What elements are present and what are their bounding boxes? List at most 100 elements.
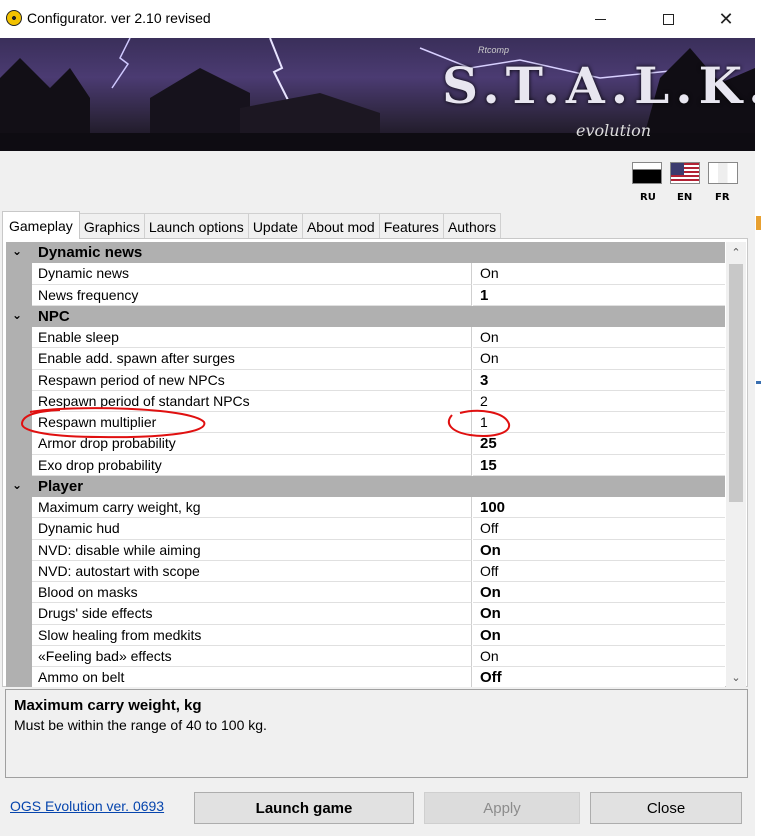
property-value[interactable]: Off [473,667,725,687]
scroll-down-icon[interactable]: ⌄ [726,667,746,687]
tab-about-mod[interactable]: About mod [301,213,380,239]
grid-row[interactable]: Ammo on belt Off [6,667,725,687]
property-name: Drugs' side effects [32,603,472,625]
scroll-up-icon[interactable]: ⌃ [726,242,746,262]
maximize-button[interactable] [645,0,691,38]
scroll-thumb[interactable] [729,264,743,502]
grid-row[interactable]: Armor drop probability 25 [6,433,725,455]
category-label: NPC [38,307,70,325]
grid-row[interactable]: Slow healing from medkits On [6,624,725,646]
evolution-logo: evolution [576,121,652,140]
property-value[interactable]: 1 [473,285,725,306]
property-name: Exo drop probability [32,454,472,476]
row-margin [6,539,32,561]
window-title: Configurator. ver 2.10 revised [27,10,211,26]
maximize-icon [662,13,674,25]
collapse-chevron-icon[interactable]: ⌄ [12,308,22,322]
property-value[interactable]: 2 [473,391,725,412]
row-margin [6,263,32,285]
grid-category[interactable]: ⌄ Player [6,475,725,497]
close-button[interactable]: Close [590,792,742,824]
category-label: Dynamic news [38,244,143,261]
row-margin [6,433,32,455]
property-name: News frequency [32,284,472,306]
row-margin [6,624,32,646]
minimize-icon [594,18,606,20]
tab-authors[interactable]: Authors [442,213,502,239]
close-window-button[interactable]: ✕ [703,0,749,38]
row-margin [6,327,32,349]
row-margin [6,518,32,540]
grid-row[interactable]: Respawn period of standart NPCs 2 [6,390,725,412]
property-value[interactable]: 25 [473,433,725,455]
property-value[interactable]: On [473,646,725,667]
property-name: Ammo on belt [32,667,472,687]
row-margin [6,582,32,604]
grid-row[interactable]: Respawn multiplier 1 [6,412,725,434]
property-name: Slow healing from medkits [32,624,472,646]
launch-game-button[interactable]: Launch game [194,792,414,824]
grid-category[interactable]: ⌄ NPC [6,305,725,327]
flag-fr-icon[interactable] [708,162,738,184]
property-value[interactable]: On [473,603,725,625]
grid-row[interactable]: NVD: disable while aiming On [6,539,725,561]
property-value[interactable]: On [473,625,725,646]
property-name: NVD: disable while aiming [32,539,472,561]
row-margin [6,369,32,391]
property-value[interactable]: On [473,582,725,604]
row-margin [6,497,32,519]
property-value[interactable]: 100 [473,497,725,519]
property-name: Maximum carry weight, kg [32,497,472,519]
property-name: «Feeling bad» effects [32,645,472,667]
row-margin [6,560,32,582]
grid-row[interactable]: Dynamic hud Off [6,518,725,540]
logo-caption: Rtcomp [478,45,510,55]
lang-label-fr: FR [715,192,730,203]
collapse-chevron-icon[interactable]: ⌄ [12,244,22,258]
grid-row[interactable]: Respawn period of new NPCs 3 [6,369,725,391]
property-value[interactable]: On [473,327,725,349]
minimize-button[interactable] [577,0,623,38]
row-margin [6,645,32,667]
grid-row[interactable]: «Feeling bad» effects On [6,645,725,667]
grid-row[interactable]: News frequency 1 [6,284,725,306]
property-value[interactable]: Off [473,561,725,582]
background-window-fragment [756,216,761,230]
property-name: Blood on masks [32,582,472,604]
grid-category[interactable]: ⌄ Dynamic news [6,242,725,264]
grid-scrollbar[interactable]: ⌃ ⌄ [726,242,746,687]
property-value[interactable]: Off [473,518,725,540]
property-name: Dynamic hud [32,518,472,540]
radiation-icon [6,10,22,26]
description-title: Maximum carry weight, kg [14,697,202,714]
version-link[interactable]: OGS Evolution ver. 0693 [10,798,164,814]
property-name: Enable add. spawn after surges [32,348,472,370]
property-value[interactable]: On [473,348,725,370]
grid-row[interactable]: Dynamic news On [6,263,725,285]
tab-graphics[interactable]: Graphics [78,213,145,239]
row-margin [6,603,32,625]
grid-row[interactable]: NVD: autostart with scope Off [6,560,725,582]
tab-launch-options[interactable]: Launch options [143,213,249,239]
flag-en-icon[interactable] [670,162,700,184]
tab-features[interactable]: Features [378,213,444,239]
property-value[interactable]: 3 [473,370,725,391]
flag-ru-icon[interactable] [632,162,662,184]
row-margin [6,284,32,306]
row-margin [6,454,32,476]
grid-row[interactable]: Exo drop probability 15 [6,454,725,476]
apply-button[interactable]: Apply [424,792,580,824]
grid-row[interactable]: Drugs' side effects On [6,603,725,625]
grid-row[interactable]: Maximum carry weight, kg 100 [6,497,725,519]
tab-update[interactable]: Update [247,213,303,239]
property-value[interactable]: On [473,263,725,285]
property-value[interactable]: On [473,540,725,561]
grid-row[interactable]: Blood on masks On [6,582,725,604]
property-value[interactable]: 15 [473,455,725,476]
grid-row[interactable]: Enable add. spawn after surges On [6,348,725,370]
grid-row[interactable]: Enable sleep On [6,327,725,349]
tab-gameplay[interactable]: Gameplay [2,211,80,239]
collapse-chevron-icon[interactable]: ⌄ [12,478,22,492]
property-value[interactable]: 1 [473,412,725,434]
stalker-logo: S.T.A.L.K.E.R. [442,56,755,115]
